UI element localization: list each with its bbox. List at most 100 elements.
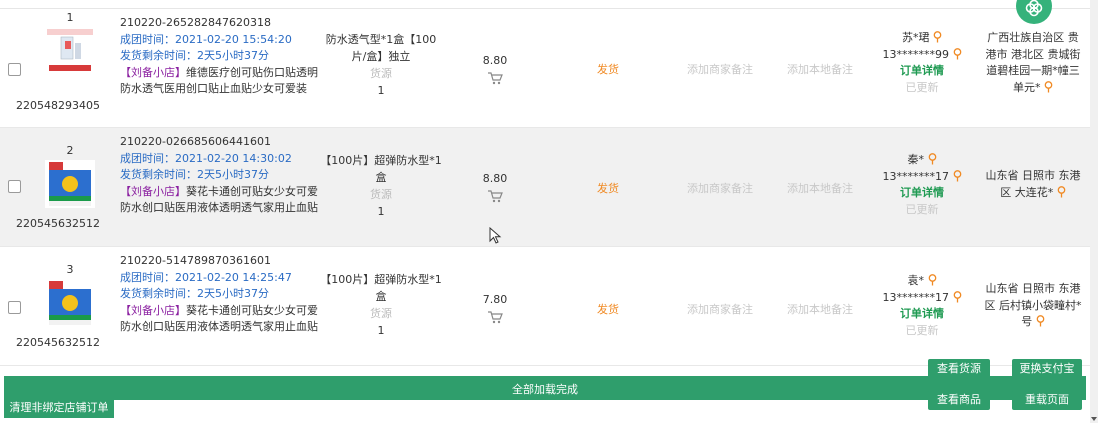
location-pin-icon[interactable] — [933, 31, 942, 43]
spec-line: 【100片】超弹防水型*1 — [320, 273, 442, 286]
add-merchant-memo-link[interactable]: 添加商家备注 — [675, 61, 765, 77]
scroll-down-icon[interactable] — [1091, 417, 1097, 421]
price: 8.80 — [482, 172, 508, 185]
ship-button[interactable]: 发货 — [583, 301, 633, 317]
shop-name: 【刘备小店】 — [120, 303, 186, 317]
group-time: 成团时间：2021-02-20 14:25:47 — [120, 270, 292, 284]
address-line: 号 — [1021, 315, 1033, 328]
buyer-info: 秦* 13*******17 订单详情 已更新 — [868, 152, 976, 218]
source-link[interactable]: 货源 — [318, 186, 444, 203]
table-row: 3 220545632512 210220-514789870361601 成团… — [0, 247, 1090, 366]
row-index: 1 — [66, 11, 74, 24]
row-checkbox[interactable] — [8, 180, 21, 193]
quantity: 1 — [377, 324, 385, 337]
order-number: 210220-265282847620318 — [120, 16, 271, 29]
quantity: 1 — [377, 205, 385, 218]
product-spec: 【100片】超弹防水型*1 盒 货源 1 — [318, 152, 444, 220]
address-line: 区 大连花* — [1000, 185, 1054, 199]
location-pin-icon[interactable] — [1057, 185, 1066, 198]
view-source-button[interactable]: 查看货源 — [928, 359, 990, 379]
table-row: 1 220548293405 210220-265282847620318 成团… — [0, 9, 1090, 128]
price: 7.80 — [482, 293, 508, 306]
shipping-address: 山东省 日照市 东港 区 大连花* — [980, 168, 1086, 201]
load-status-bar: 全部加载完成 — [4, 376, 1086, 400]
product-id: 220548293405 — [16, 99, 100, 112]
location-pin-icon[interactable] — [953, 169, 962, 182]
product-thumbnail[interactable] — [45, 279, 95, 327]
ship-remaining-time: 发货剩余时间：2天5小时37分 — [120, 287, 269, 300]
cart-icon[interactable] — [487, 310, 503, 324]
product-spec: 【100片】超弹防水型*1 盒 货源 1 — [318, 271, 444, 339]
location-pin-icon[interactable] — [1044, 80, 1053, 93]
price: 8.80 — [482, 54, 508, 67]
address-line: 道碧桂园一期*幢三 — [986, 64, 1080, 77]
price-cell: 8.80 — [470, 52, 520, 85]
address-line: 山东省 日照市 东港 — [985, 169, 1081, 182]
change-alipay-button[interactable]: 更换支付宝 — [1012, 359, 1082, 379]
order-info: 210220-265282847620318 成团时间：2021-02-20 1… — [120, 15, 318, 98]
shipping-address: 山东省 日照市 东港 区 后村镇小袋疃村* 号 — [980, 281, 1086, 331]
quantity: 1 — [377, 84, 385, 97]
address-line: 山东省 日照市 东港 — [985, 282, 1081, 295]
updated-status: 已更新 — [905, 202, 939, 216]
order-info: 210220-026685606441601 成团时间：2021-02-20 1… — [120, 134, 318, 217]
group-time: 成团时间：2021-02-20 15:54:20 — [120, 32, 292, 46]
table-header-strip — [0, 0, 1090, 9]
floating-menu-button[interactable] — [1016, 0, 1052, 24]
add-local-memo-link[interactable]: 添加本地备注 — [775, 61, 865, 77]
source-link[interactable]: 货源 — [318, 305, 444, 322]
table-row: 2 220545632512 210220-026685606441601 成团… — [0, 128, 1090, 247]
ship-button[interactable]: 发货 — [583, 61, 633, 77]
row-index: 2 — [66, 144, 74, 157]
updated-status: 已更新 — [905, 80, 939, 94]
spec-line: 【100片】超弹防水型*1 — [320, 154, 442, 167]
all-loaded-message: 全部加载完成 — [512, 383, 578, 396]
ship-button[interactable]: 发货 — [583, 180, 633, 196]
address-line: 区 后村镇小袋疃村* — [984, 298, 1082, 312]
vertical-scrollbar[interactable] — [1090, 0, 1098, 423]
address-line: 单元* — [1013, 80, 1041, 94]
add-merchant-memo-link[interactable]: 添加商家备注 — [675, 180, 765, 196]
product-thumbnail[interactable] — [45, 27, 95, 75]
buyer-name: 苏*珺 — [902, 31, 930, 44]
updated-status: 已更新 — [905, 323, 939, 337]
add-local-memo-link[interactable]: 添加本地备注 — [775, 301, 865, 317]
buyer-phone: 13*******17 — [882, 169, 950, 183]
add-merchant-memo-link[interactable]: 添加商家备注 — [675, 301, 765, 317]
order-detail-link[interactable]: 订单详情 — [868, 63, 976, 80]
location-pin-icon[interactable] — [1036, 315, 1045, 327]
cart-icon[interactable] — [487, 71, 503, 85]
row-index: 3 — [66, 263, 74, 276]
product-spec: 防水透气型*1盒【100 片/盒】独立 货源 1 — [318, 31, 444, 99]
mouse-cursor-icon — [489, 227, 502, 244]
location-pin-icon[interactable] — [953, 47, 962, 60]
order-detail-link[interactable]: 订单详情 — [868, 306, 976, 323]
reload-page-button[interactable]: 重载页面 — [1012, 390, 1082, 410]
address-line: 港市 港北区 贵城街 — [985, 47, 1081, 61]
location-pin-icon[interactable] — [928, 274, 937, 286]
spec-line: 片/盒】独立 — [351, 50, 411, 63]
location-pin-icon[interactable] — [928, 153, 937, 165]
order-number: 210220-026685606441601 — [120, 135, 271, 148]
view-product-button[interactable]: 查看商品 — [928, 390, 990, 410]
add-local-memo-link[interactable]: 添加本地备注 — [775, 180, 865, 196]
shipping-address: 广西壮族自治区 贵 港市 港北区 贵城街 道碧桂园一期*幢三 单元* — [980, 30, 1086, 96]
product-thumbnail[interactable] — [45, 160, 95, 208]
order-detail-link[interactable]: 订单详情 — [868, 185, 976, 202]
shop-name: 【刘备小店】 — [120, 184, 186, 198]
cart-icon[interactable] — [487, 189, 503, 203]
buyer-name: 秦* — [907, 153, 925, 166]
clover-icon — [1025, 0, 1043, 17]
buyer-phone: 13*******17 — [882, 290, 950, 304]
buyer-info: 袁* 13*******17 订单详情 已更新 — [868, 273, 976, 339]
address-line: 广西壮族自治区 贵 — [987, 31, 1079, 44]
clean-unbound-orders-button[interactable]: 清理非绑定店铺订单 — [4, 398, 114, 418]
ship-remaining-time: 发货剩余时间：2天5小时37分 — [120, 49, 269, 62]
shop-name: 【刘备小店】 — [120, 65, 186, 79]
row-checkbox[interactable] — [8, 63, 21, 76]
row-checkbox[interactable] — [8, 301, 21, 314]
location-pin-icon[interactable] — [953, 290, 962, 303]
product-id: 220545632512 — [16, 217, 100, 230]
spec-line: 防水透气型*1盒【100 — [325, 33, 437, 46]
source-link[interactable]: 货源 — [318, 65, 444, 82]
